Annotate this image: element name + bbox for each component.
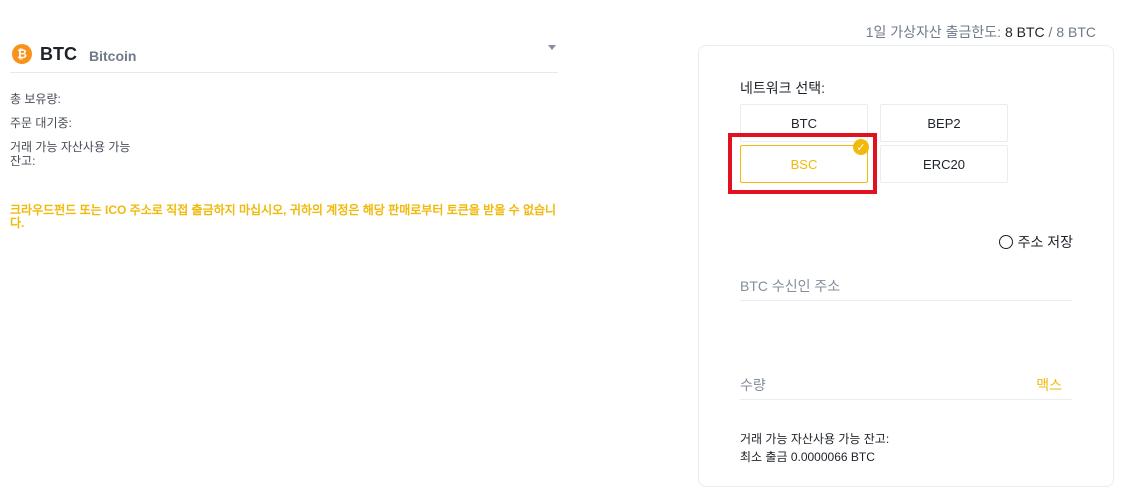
network-option-bsc[interactable]: BSC ✓	[740, 139, 869, 183]
balance-info: 총 보유량: 주문 대기중: 거래 가능 자산사용 가능 잔고:	[10, 92, 140, 178]
pending-orders-label: 주문 대기중:	[10, 116, 72, 130]
daily-limit-separator: /	[1044, 24, 1057, 40]
network-option-label: ERC20	[923, 156, 965, 172]
withdraw-form: 네트워크 선택: BTC BEP2 BSC ✓ ERC20 주소 저장 BTC …	[698, 45, 1114, 487]
max-button[interactable]: 맥스	[1036, 375, 1062, 395]
amount-field[interactable]: 수량 맥스	[740, 363, 1072, 400]
recipient-address-placeholder: BTC 수신인 주소	[740, 278, 841, 294]
ico-warning: 크라우드펀드 또는 ICO 주소로 직접 출금하지 마십시오, 귀하의 계정은 …	[10, 203, 557, 230]
radio-icon[interactable]	[998, 235, 1013, 249]
total-holdings-label: 총 보유량:	[10, 92, 61, 106]
min-withdraw-text: 최소 출금 0.0000066 BTC	[740, 450, 875, 464]
daily-limit-total: 8 BTC	[1056, 24, 1096, 40]
network-label: 네트워크 선택:	[740, 80, 826, 96]
withdraw-info: 거래 가능 자산사용 가능 잔고: 최소 출금 0.0000066 BTC	[740, 430, 889, 466]
coin-symbol: BTC	[40, 43, 77, 64]
daily-limit-label: 1일 가상자산 출금한도:	[865, 24, 1005, 40]
bitcoin-icon: ₿	[12, 44, 32, 64]
network-option-btc[interactable]: BTC	[740, 104, 868, 142]
check-icon: ✓	[853, 139, 869, 155]
available-balance-label: 거래 가능 자산사용 가능 잔고:	[10, 140, 131, 168]
network-option-label: BEP2	[927, 115, 961, 131]
save-address-toggle[interactable]: 주소 저장	[998, 232, 1073, 252]
amount-placeholder: 수량	[740, 377, 766, 393]
daily-limit: 1일 가상자산 출금한도: 8 BTC / 8 BTC	[866, 22, 1096, 42]
daily-limit-used: 8 BTC	[1004, 24, 1045, 40]
save-address-label: 주소 저장	[1017, 234, 1073, 250]
recipient-address-field[interactable]: BTC 수신인 주소	[740, 264, 1072, 301]
network-option-bep2[interactable]: BEP2	[880, 104, 1008, 142]
network-option-label: BSC	[790, 156, 818, 172]
network-option-erc20[interactable]: ERC20	[880, 145, 1008, 183]
network-option-label: BTC	[791, 115, 817, 131]
coin-name: Bitcoin	[89, 47, 137, 64]
chevron-down-icon[interactable]	[548, 45, 556, 50]
coin-selector[interactable]: ₿ BTC Bitcoin	[10, 36, 558, 73]
available-balance-text: 거래 가능 자산사용 가능 잔고:	[740, 432, 890, 446]
